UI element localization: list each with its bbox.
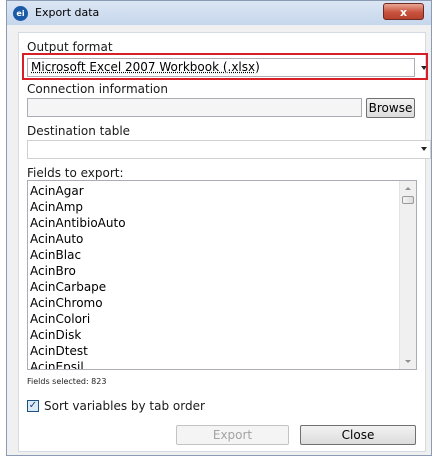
output-format-dropdown-icon[interactable] [421,66,427,70]
destination-table-dropdown-icon[interactable] [421,147,427,151]
list-item[interactable]: AcinChromo [30,296,103,310]
output-format-select[interactable]: Microsoft Excel 2007 Workbook (.xlsx) [27,58,415,77]
scroll-thumb[interactable] [402,196,414,204]
list-item[interactable]: AcinBlac [30,248,81,262]
list-item[interactable]: AcinAgar [30,184,84,198]
list-item[interactable]: AcinAuto [30,232,83,246]
app-logo-icon: ei [13,6,28,21]
scroll-down-icon[interactable] [405,360,411,363]
fields-listbox[interactable]: AcinAgar AcinAmp AcinAntibioAuto AcinAut… [27,180,417,370]
fields-scrollbar[interactable] [399,181,416,369]
list-item[interactable]: AcinAntibioAuto [30,216,126,230]
list-item[interactable]: AcinAmp [30,200,83,214]
export-button[interactable]: Export [176,425,289,445]
list-item[interactable]: AcinBro [30,264,76,278]
list-item[interactable]: AcinDtest [30,344,88,358]
connection-info-input[interactable] [27,98,362,117]
window-title: Export data [35,6,100,19]
fields-selected-count: Fields selected: 823 [27,377,107,386]
list-item[interactable]: AcinColori [30,312,90,326]
browse-button[interactable]: Browse [366,98,415,118]
window-close-button[interactable]: x [383,3,424,20]
output-format-value: Microsoft Excel 2007 Workbook (.xlsx) [31,60,260,74]
output-format-label: Output format [27,40,113,54]
destination-table-label: Destination table [27,124,131,138]
list-item[interactable]: AcinCarbape [30,280,106,294]
title-bar: ei Export data x [7,1,431,25]
connection-info-label: Connection information [27,82,168,96]
list-item[interactable]: AcinDisk [30,328,81,342]
sort-by-tab-order-checkbox[interactable]: ✓ [27,400,39,412]
scroll-up-icon[interactable] [405,187,411,190]
close-button[interactable]: Close [300,425,416,445]
destination-table-select[interactable] [27,140,431,159]
list-item[interactable]: AcinEpsil [30,360,84,369]
sort-by-tab-order-label: Sort variables by tab order [44,399,205,413]
fields-to-export-label: Fields to export: [27,166,124,180]
